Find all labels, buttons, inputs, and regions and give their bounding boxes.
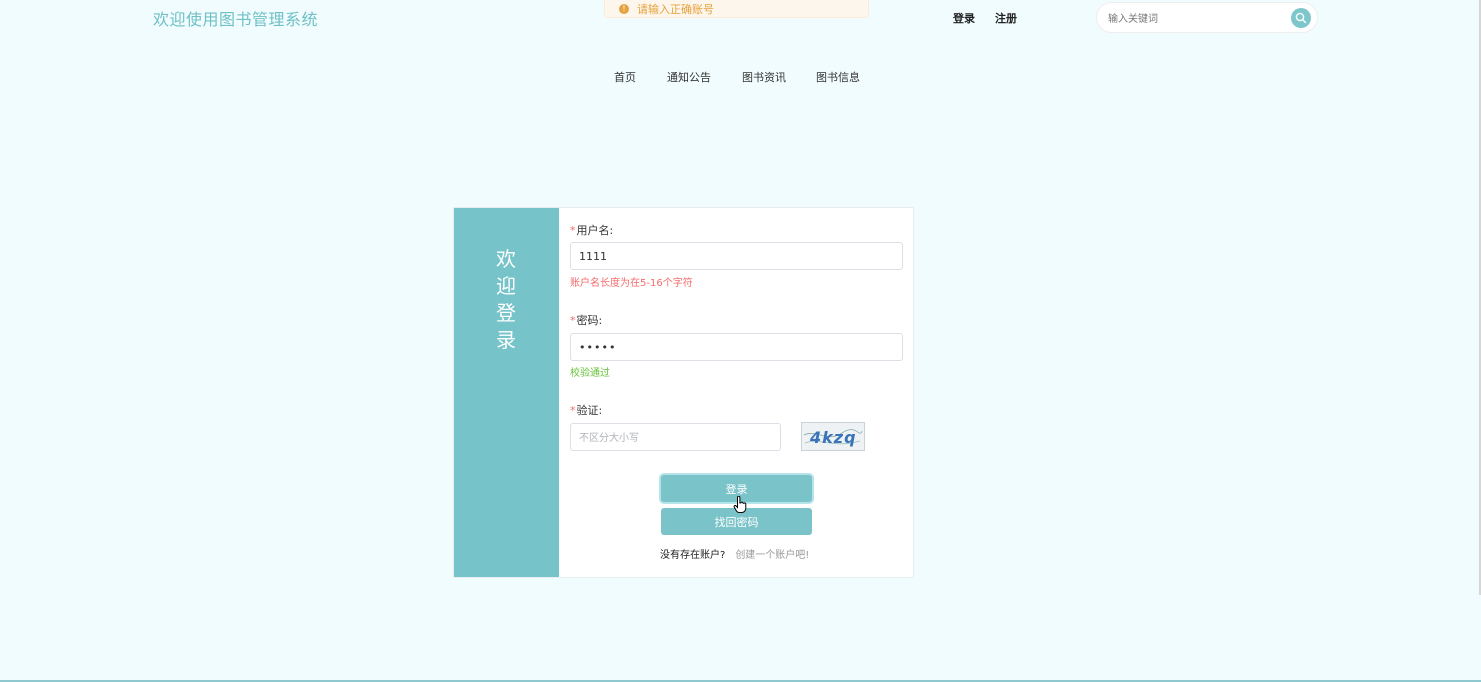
captcha-text: 4kzq: [809, 428, 857, 447]
register-row: 没有存在账户? 创建一个账户吧!: [660, 546, 809, 561]
password-input[interactable]: [570, 333, 903, 361]
required-mark: *: [570, 224, 576, 237]
warning-toast: ! 请输入正确账号: [604, 0, 869, 18]
captcha-image[interactable]: 4kzq: [801, 422, 865, 451]
username-error: 账户名长度为在5-16个字符: [570, 278, 693, 289]
nav-item-book-news[interactable]: 图书资讯: [742, 69, 786, 85]
search-icon: [1295, 12, 1307, 24]
captcha-label-text: 验证:: [576, 404, 603, 417]
captcha-label: *验证:: [570, 402, 602, 418]
nav-item-home[interactable]: 首页: [614, 69, 636, 85]
username-input[interactable]: [570, 242, 903, 270]
login-form: *用户名: 账户名长度为在5-16个字符 *密码: 校验通过 *验证: 4kzq…: [570, 208, 904, 577]
password-label-text: 密码:: [576, 314, 603, 327]
username-label-text: 用户名:: [576, 224, 614, 237]
search-input[interactable]: [1106, 9, 1290, 29]
welcome-text: 欢迎登录: [496, 247, 516, 352]
warning-icon: !: [619, 4, 629, 14]
site-title: 欢迎使用图书管理系统: [153, 10, 319, 29]
nav-item-notices[interactable]: 通知公告: [667, 69, 711, 85]
required-mark: *: [570, 404, 576, 417]
password-label: *密码:: [570, 312, 602, 328]
toast-message: 请输入正确账号: [637, 3, 714, 16]
username-label: *用户名:: [570, 222, 613, 238]
nav-item-book-info[interactable]: 图书信息: [816, 69, 860, 85]
search-box: [1096, 2, 1318, 33]
login-card: 欢迎登录 *用户名: 账户名长度为在5-16个字符 *密码: 校验通过 *验证:…: [453, 207, 914, 578]
header-login-link[interactable]: 登录: [953, 10, 975, 26]
search-button[interactable]: [1291, 8, 1311, 28]
create-account-link[interactable]: 创建一个账户吧!: [735, 550, 809, 561]
password-ok: 校验通过: [570, 368, 610, 379]
no-account-text: 没有存在账户?: [660, 550, 726, 561]
captcha-input[interactable]: [570, 423, 781, 451]
required-mark: *: [570, 314, 576, 327]
hand-cursor-icon: [733, 496, 747, 513]
header-register-link[interactable]: 注册: [995, 10, 1017, 26]
welcome-panel: 欢迎登录: [454, 208, 559, 577]
